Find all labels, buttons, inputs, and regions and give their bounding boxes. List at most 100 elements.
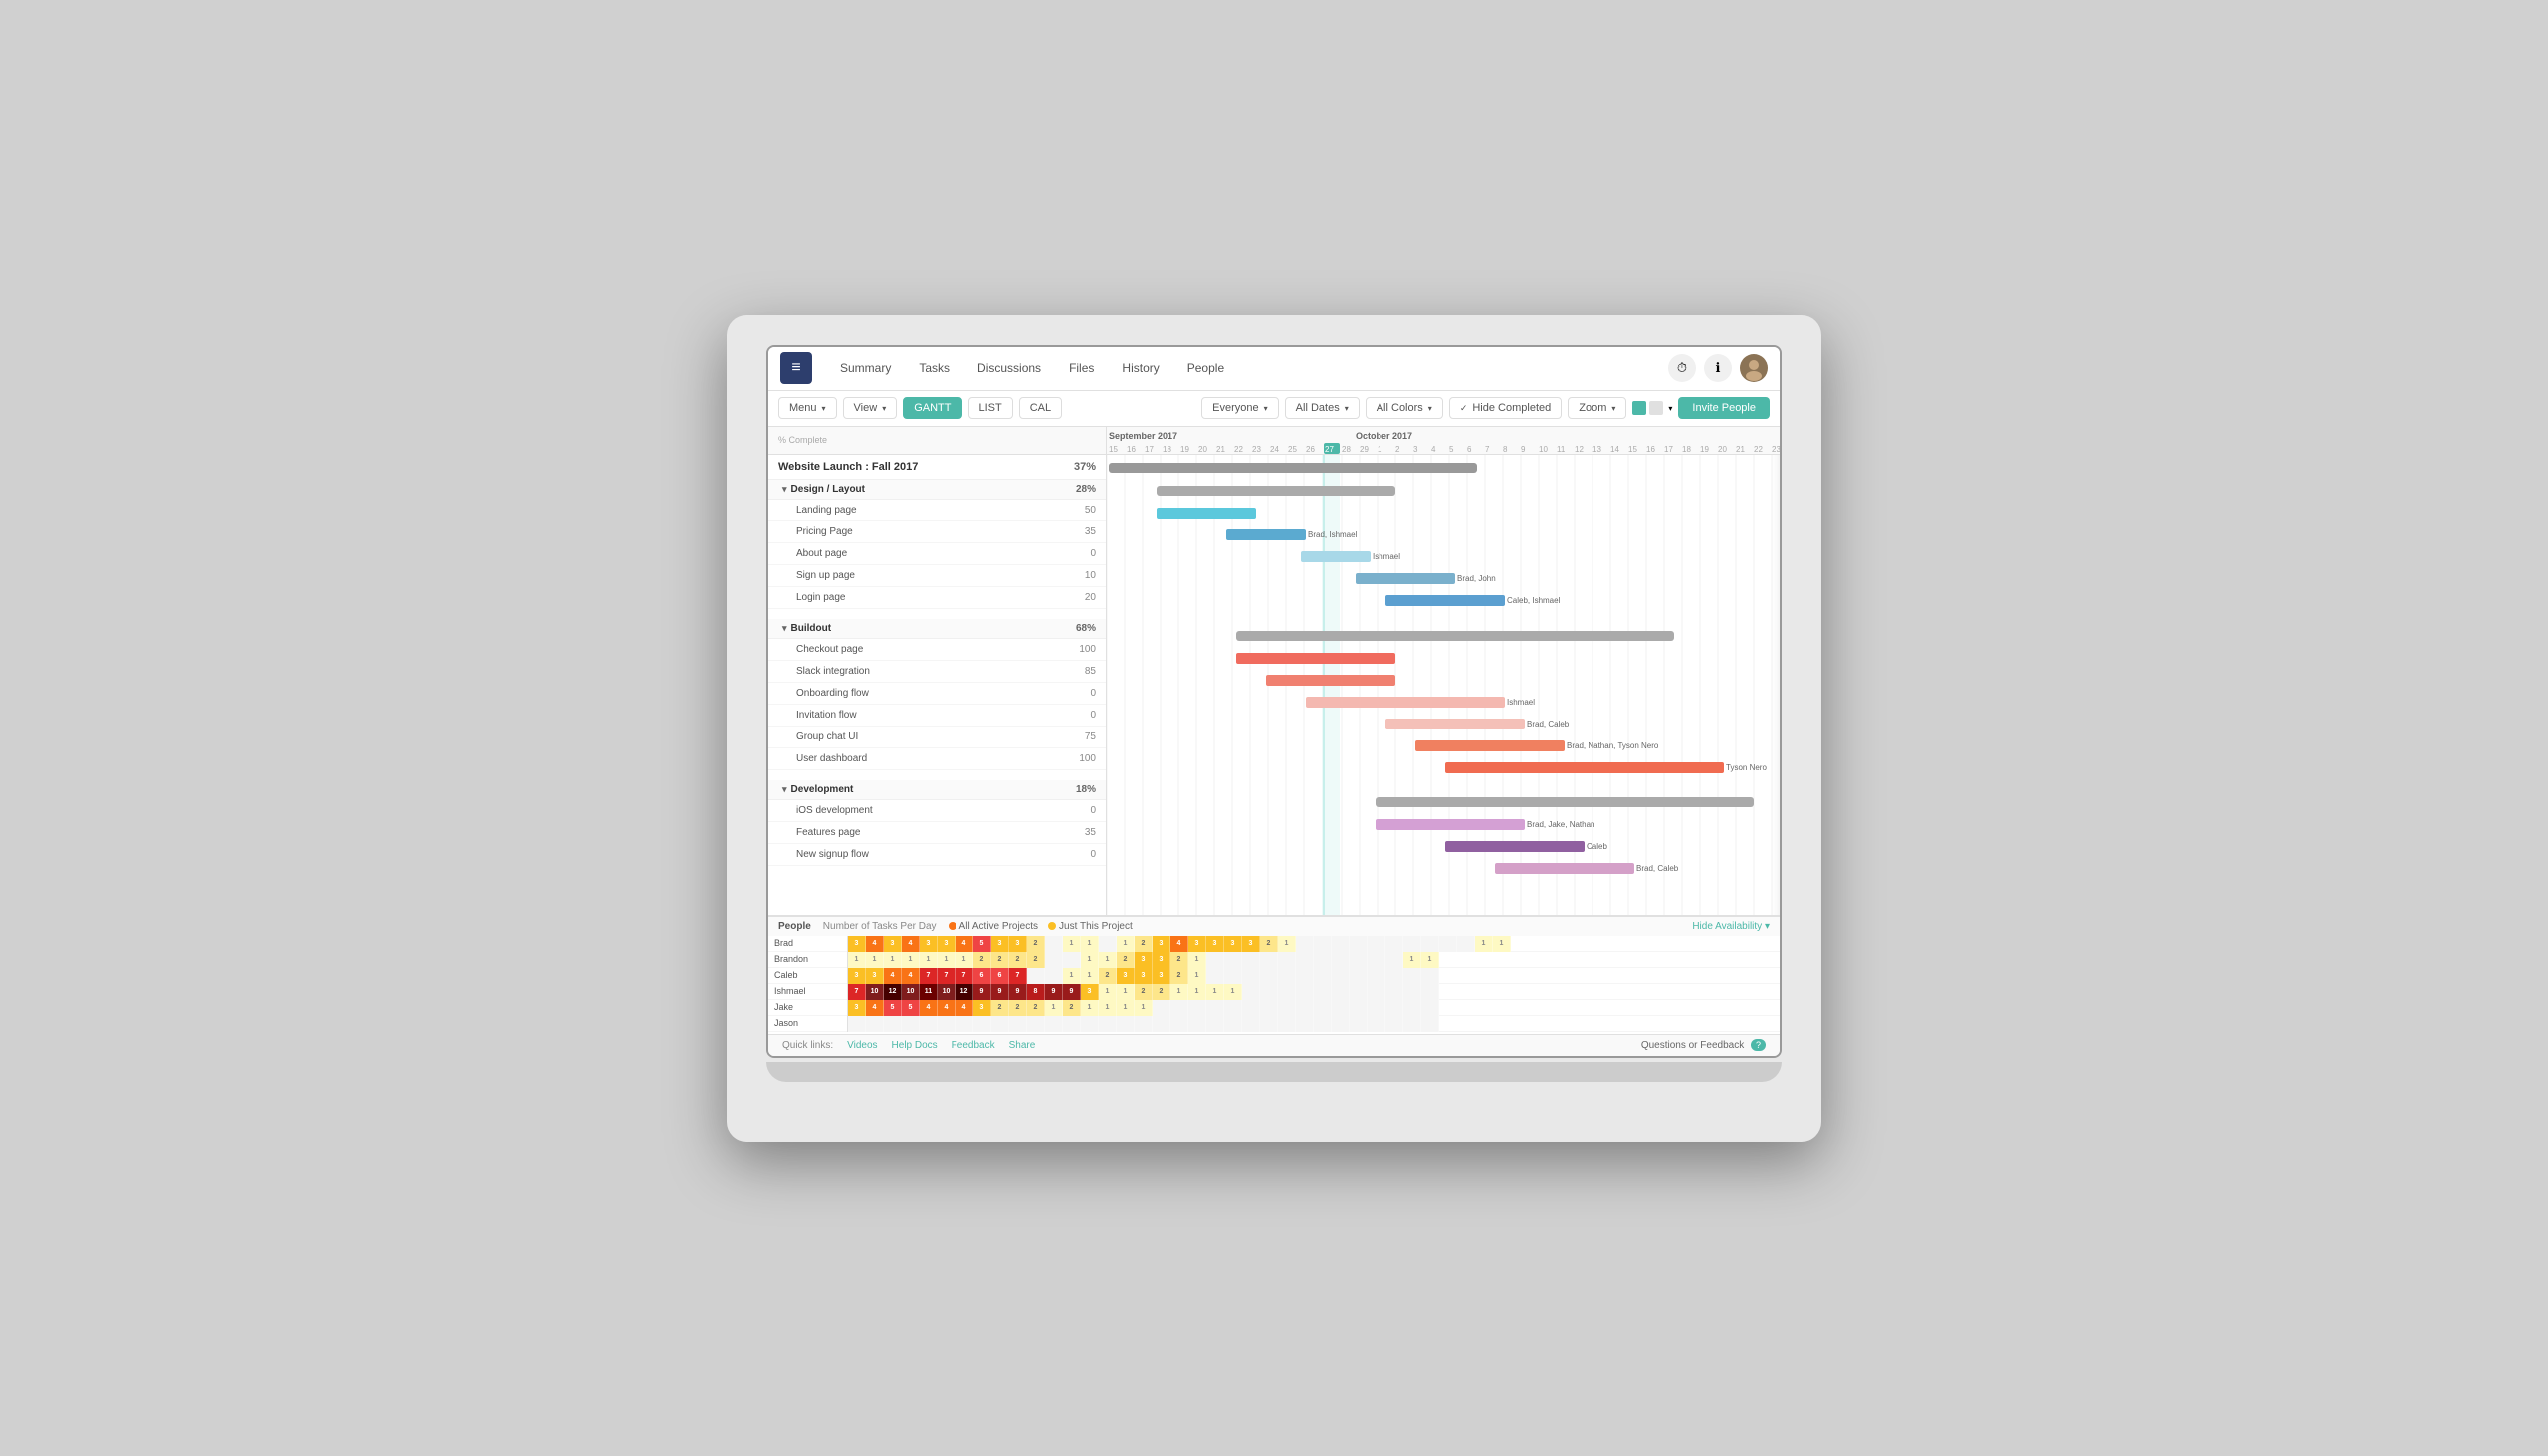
section-design-layout[interactable]: ▾ Design / Layout 28% (768, 480, 1106, 500)
list-button[interactable]: LIST (968, 397, 1013, 419)
avail-cell (1170, 1000, 1188, 1016)
avail-cell (1278, 1016, 1296, 1032)
hide-availability-button[interactable]: Hide Availability ▾ (1692, 921, 1770, 932)
avail-cell: 10 (902, 984, 920, 1000)
avail-cell (1385, 968, 1403, 984)
avail-cell (1242, 1000, 1260, 1016)
chart-scroll[interactable]: Brad, Ishmael Ishmael Brad, John Caleb, … (1107, 455, 1780, 915)
avail-cell (1368, 952, 1385, 968)
svg-text:21: 21 (1736, 445, 1745, 454)
tab-people[interactable]: People (1175, 355, 1236, 381)
avail-cell (1296, 1000, 1314, 1016)
avail-cell (1421, 936, 1439, 952)
tab-files[interactable]: Files (1057, 355, 1106, 381)
clock-icon-btn[interactable]: ⏱ (1668, 354, 1696, 382)
avail-cell (1350, 1016, 1368, 1032)
avail-cell (938, 1016, 956, 1032)
avail-cell: 2 (1153, 984, 1170, 1000)
view-button[interactable]: View ▾ (843, 397, 898, 419)
all-dates-filter[interactable]: All Dates ▾ (1285, 397, 1360, 419)
svg-text:Brad, Ishmael: Brad, Ishmael (1308, 530, 1358, 539)
avail-cell (1081, 1016, 1099, 1032)
help-docs-link[interactable]: Help Docs (892, 1040, 938, 1051)
gantt-button[interactable]: GANTT (903, 397, 961, 419)
task-signup-page[interactable]: Sign up page 10 (768, 565, 1106, 587)
everyone-filter[interactable]: Everyone ▾ (1201, 397, 1279, 419)
menu-button[interactable]: Menu ▾ (778, 397, 837, 419)
avail-cell: 1 (1135, 1000, 1153, 1016)
avail-cell: 7 (920, 968, 938, 984)
avail-cell (1332, 1000, 1350, 1016)
avail-cell: 1 (1224, 984, 1242, 1000)
zoom-button[interactable]: Zoom ▾ (1568, 397, 1626, 419)
task-landing-page[interactable]: Landing page 50 (768, 500, 1106, 521)
color-toggle-teal[interactable] (1632, 401, 1646, 415)
avail-cell: 2 (1027, 952, 1045, 968)
chart-area: September 2017 October 2017 1516 1718 19… (1107, 427, 1780, 915)
avail-cell: 4 (902, 968, 920, 984)
task-invitation-flow[interactable]: Invitation flow 0 (768, 705, 1106, 727)
avail-cell (1403, 1000, 1421, 1016)
task-login-page[interactable]: Login page 20 (768, 587, 1106, 609)
avail-cell: 2 (991, 1000, 1009, 1016)
avail-cell: 4 (938, 1000, 956, 1016)
footer-feedback[interactable]: Questions or Feedback ? (1641, 1040, 1766, 1051)
avail-cell: 2 (1170, 952, 1188, 968)
videos-link[interactable]: Videos (847, 1040, 877, 1051)
task-ios-dev[interactable]: iOS development 0 (768, 800, 1106, 822)
svg-text:15: 15 (1109, 445, 1118, 454)
laptop-base (766, 1062, 1782, 1082)
all-colors-filter[interactable]: All Colors ▾ (1366, 397, 1443, 419)
avail-cell: 3 (1135, 952, 1153, 968)
tab-discussions[interactable]: Discussions (965, 355, 1053, 381)
task-new-signup[interactable]: New signup flow 0 (768, 844, 1106, 866)
section-development[interactable]: ▾ Development 18% (768, 780, 1106, 800)
avail-cell (1260, 984, 1278, 1000)
task-user-dashboard[interactable]: User dashboard 100 (768, 748, 1106, 770)
info-icon-btn[interactable]: ℹ (1704, 354, 1732, 382)
avail-cells: 3434334533211123433332111111111122221123… (848, 936, 1780, 1032)
gantt-header-left: % Complete (768, 427, 1106, 455)
task-checkout-page[interactable]: Checkout page 100 (768, 639, 1106, 661)
svg-text:Ishmael: Ishmael (1373, 552, 1400, 561)
task-pricing-page[interactable]: Pricing Page 35 (768, 521, 1106, 543)
avail-cell: 2 (1170, 968, 1188, 984)
avail-cell (1403, 968, 1421, 984)
avail-cell: 9 (1045, 984, 1063, 1000)
tab-summary[interactable]: Summary (828, 355, 903, 381)
avail-cell: 4 (1170, 936, 1188, 952)
svg-text:September 2017: September 2017 (1109, 431, 1177, 441)
invite-people-button[interactable]: Invite People (1678, 397, 1770, 419)
avail-cell (1027, 968, 1045, 984)
user-avatar[interactable] (1740, 354, 1768, 382)
avail-cell: 1 (1045, 1000, 1063, 1016)
task-about-page[interactable]: About page 0 (768, 543, 1106, 565)
avail-cell (866, 1016, 884, 1032)
avail-grid: BradBrandonCalebIshmaelJakeJason 3434334… (768, 936, 1780, 1032)
avail-cell: 10 (866, 984, 884, 1000)
avail-cell (1332, 936, 1350, 952)
tab-history[interactable]: History (1110, 355, 1170, 381)
hide-completed-btn[interactable]: ✓ Hide Completed (1449, 397, 1562, 419)
avail-cell (1242, 968, 1260, 984)
avail-cell: 1 (1403, 952, 1421, 968)
cal-button[interactable]: CAL (1019, 397, 1062, 419)
nav-logo[interactable]: ≡ (780, 352, 812, 384)
feedback-link[interactable]: Feedback (952, 1040, 995, 1051)
svg-text:20: 20 (1198, 445, 1207, 454)
share-link[interactable]: Share (1009, 1040, 1036, 1051)
avail-cell: 3 (848, 1000, 866, 1016)
task-group-chat[interactable]: Group chat UI 75 (768, 727, 1106, 748)
task-slack-integration[interactable]: Slack integration 85 (768, 661, 1106, 683)
section-buildout[interactable]: ▾ Buildout 68% (768, 619, 1106, 639)
color-toggle-gray[interactable] (1649, 401, 1663, 415)
avail-cell (1296, 984, 1314, 1000)
avail-cell: 3 (1117, 968, 1135, 984)
tab-tasks[interactable]: Tasks (907, 355, 961, 381)
avail-cell: 4 (866, 936, 884, 952)
main-area: % Complete Website Launch : Fall 2017 37… (768, 427, 1780, 915)
task-features-page[interactable]: Features page 35 (768, 822, 1106, 844)
avail-cell: 12 (884, 984, 902, 1000)
task-onboarding-flow[interactable]: Onboarding flow 0 (768, 683, 1106, 705)
avail-cell (1296, 936, 1314, 952)
